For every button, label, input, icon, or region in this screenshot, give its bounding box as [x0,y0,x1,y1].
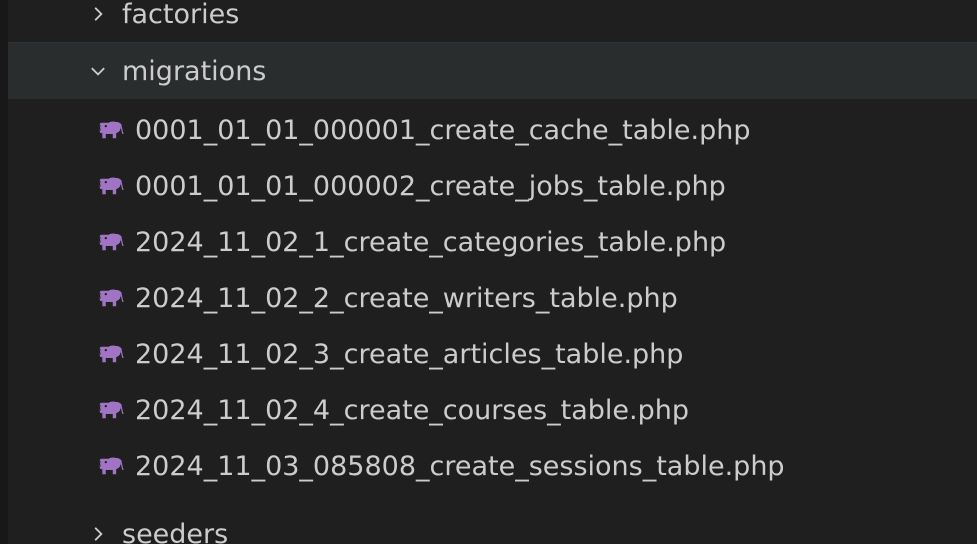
chevron-right-icon [84,520,112,544]
file-name: 2024_11_02_1_create_categories_table.php [135,226,727,258]
migration-file-item[interactable]: 2024_11_02_3_create_articles_table.php [8,326,977,382]
migration-file-item[interactable]: 2024_11_02_2_create_writers_table.php [8,270,977,326]
migration-file-item[interactable]: 0001_01_01_000002_create_jobs_table.php [8,158,977,214]
migration-file-item[interactable]: 2024_11_03_085808_create_sessions_table.… [8,438,977,494]
file-name: 2024_11_02_2_create_writers_table.php [135,282,678,314]
php-elephant-icon [96,117,126,143]
file-explorer: factories migrations 0001_01_01_000001_c… [8,0,977,544]
php-elephant-icon [96,341,126,367]
folder-label: factories [122,0,240,30]
file-name: 0001_01_01_000001_create_cache_table.php [135,114,751,146]
file-name: 0001_01_01_000002_create_jobs_table.php [135,170,726,202]
chevron-down-icon [84,57,112,85]
folder-label: migrations [122,55,267,87]
migration-file-item[interactable]: 2024_11_02_4_create_courses_table.php [8,382,977,438]
php-elephant-icon [96,285,126,311]
migration-file-item[interactable]: 2024_11_02_1_create_categories_table.php [8,214,977,270]
php-elephant-icon [96,397,126,423]
folder-label: seeders [122,518,229,544]
folder-factories[interactable]: factories [8,0,977,42]
php-elephant-icon [96,173,126,199]
file-name: 2024_11_02_4_create_courses_table.php [135,394,689,426]
chevron-right-icon [84,0,112,28]
migration-file-item[interactable]: 0001_01_01_000001_create_cache_table.php [8,102,977,158]
folder-migrations[interactable]: migrations [8,42,977,99]
file-name: 2024_11_03_085808_create_sessions_table.… [135,450,785,482]
file-name: 2024_11_02_3_create_articles_table.php [135,338,684,370]
php-elephant-icon [96,453,126,479]
php-elephant-icon [96,229,126,255]
folder-seeders[interactable]: seeders [8,506,977,544]
